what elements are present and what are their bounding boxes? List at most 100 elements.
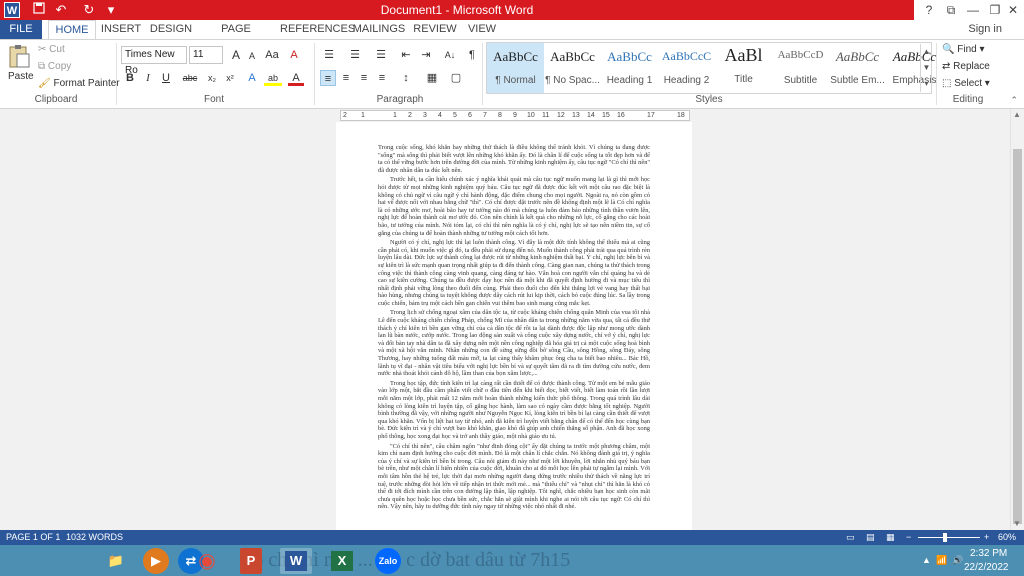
center-button[interactable]: ≡: [338, 70, 354, 86]
clear-formatting-icon[interactable]: A: [286, 47, 302, 63]
format-painter-button[interactable]: 🖌 Format Painter: [38, 76, 120, 92]
zoom-level[interactable]: 60%: [998, 530, 1016, 545]
read-mode-icon[interactable]: ▭: [846, 530, 855, 545]
tab-page-layout[interactable]: PAGE LAYOUT: [200, 20, 272, 54]
tab-design[interactable]: DESIGN: [148, 20, 194, 39]
tab-insert[interactable]: INSERT: [98, 20, 144, 39]
paste-icon[interactable]: [6, 43, 32, 69]
subscript-button[interactable]: x₂: [204, 70, 220, 86]
decrease-indent-icon[interactable]: ⇤: [398, 47, 414, 63]
clock-date[interactable]: 22/2/2022: [964, 560, 1009, 575]
bold-button[interactable]: B: [122, 70, 138, 86]
horizontal-ruler[interactable]: 2 1 1 2 3 4 5 6 7 8 9 10 11 12 13 14 15 …: [340, 110, 690, 121]
page-count[interactable]: PAGE 1 OF 1: [6, 530, 60, 545]
chrome-icon[interactable]: ◉: [191, 548, 223, 574]
minimize-button[interactable]: —: [962, 0, 984, 20]
italic-button[interactable]: I: [140, 70, 156, 86]
change-case-icon[interactable]: Aa: [262, 47, 282, 63]
paragraph: Trong lịch sử chống ngoại xâm của dân tộ…: [378, 309, 650, 378]
ruler-tick: 7: [483, 112, 487, 119]
zoom-in-button[interactable]: +: [984, 530, 989, 545]
file-explorer-icon[interactable]: 📁: [100, 548, 132, 574]
close-button[interactable]: ✕: [1002, 0, 1024, 20]
document-page[interactable]: Trong cuộc sống, khó khăn hay những thử …: [336, 122, 692, 530]
word-glyph: W: [285, 551, 307, 571]
vertical-scrollbar[interactable]: ▲ ▼: [1010, 109, 1024, 530]
font-size-box[interactable]: 11: [189, 46, 223, 64]
powerpoint-icon[interactable]: P: [240, 548, 262, 574]
media-player-icon[interactable]: ▶: [143, 548, 169, 574]
group-divider: [116, 43, 117, 105]
tab-review[interactable]: REVIEW: [412, 20, 458, 39]
replace-button[interactable]: ⇄ Replace: [942, 59, 990, 75]
align-right-button[interactable]: ≡: [356, 70, 372, 86]
tab-file[interactable]: FILE: [0, 20, 42, 39]
strikethrough-button[interactable]: abc: [180, 70, 200, 86]
sign-in-link[interactable]: Sign in: [968, 20, 1002, 39]
scroll-down-icon[interactable]: ▼: [1010, 518, 1024, 530]
style-normal[interactable]: AaBbCc ¶ Normal: [487, 43, 544, 93]
scroll-thumb[interactable]: [1013, 149, 1022, 524]
tray-expand-icon[interactable]: ▲: [922, 553, 931, 568]
tab-mailings[interactable]: MAILINGS: [352, 20, 406, 39]
style-subtle-emphasis[interactable]: AaBbCc Subtle Em...: [829, 43, 886, 93]
word-count[interactable]: 1032 WORDS: [66, 530, 123, 545]
style-preview: AaBbCcD: [777, 49, 824, 61]
style-title[interactable]: AaBl Title: [715, 43, 772, 93]
increase-indent-icon[interactable]: ⇥: [418, 47, 434, 63]
excel-icon[interactable]: X: [326, 548, 358, 574]
clock-time[interactable]: 2:32 PM: [970, 546, 1007, 561]
collapse-ribbon-icon[interactable]: ⌃: [1010, 95, 1018, 106]
styles-scroll[interactable]: ▲ ▼ ▾: [920, 44, 932, 92]
network-icon[interactable]: 📶: [936, 553, 947, 568]
style-name: Title: [734, 74, 753, 85]
zoom-out-button[interactable]: −: [906, 530, 911, 545]
multilevel-list-icon[interactable]: ☰: [372, 47, 390, 63]
numbering-icon[interactable]: ☰: [346, 47, 364, 63]
style-heading-1[interactable]: AaBbCc Heading 1: [601, 43, 658, 93]
tab-view[interactable]: VIEW: [464, 20, 500, 39]
sort-icon[interactable]: A↓: [440, 47, 460, 63]
bullets-icon[interactable]: ☰: [320, 47, 338, 63]
cut-button[interactable]: ✂ Cut: [38, 42, 65, 58]
paste-button[interactable]: Paste: [8, 69, 34, 85]
font-color-icon[interactable]: A: [288, 70, 304, 86]
word-icon[interactable]: W: [280, 548, 312, 574]
document-body[interactable]: Trong cuộc sống, khó khăn hay những thử …: [378, 144, 650, 513]
highlight-icon[interactable]: ab: [264, 70, 282, 86]
ribbon-display-options-icon[interactable]: ⧉: [940, 0, 962, 20]
web-layout-icon[interactable]: ▦: [886, 530, 895, 545]
copy-button[interactable]: ⧉ Copy: [38, 59, 71, 75]
ruler-tick: 8: [498, 112, 502, 119]
zalo-icon[interactable]: Zalo: [372, 548, 404, 574]
style-emphasis[interactable]: AaBbCc Emphasis: [886, 43, 943, 93]
shrink-font-icon[interactable]: A: [244, 48, 260, 64]
select-button[interactable]: ⬚ Select ▾: [942, 76, 990, 92]
justify-button[interactable]: ≡: [374, 70, 390, 86]
style-heading-2[interactable]: AaBbCcC Heading 2: [658, 43, 715, 93]
style-subtitle[interactable]: AaBbCcD Subtitle: [772, 43, 829, 93]
print-layout-icon[interactable]: ▤: [866, 530, 875, 545]
zoom-slider-handle[interactable]: [943, 533, 947, 542]
find-button[interactable]: 🔍 Find ▾: [942, 42, 985, 58]
zoom-slider[interactable]: [918, 537, 980, 538]
format-painter-label: Format Painter: [53, 78, 120, 89]
help-icon[interactable]: ?: [918, 0, 940, 20]
font-name-box[interactable]: Times New Ro: [121, 46, 187, 76]
line-spacing-icon[interactable]: ↕: [396, 70, 416, 86]
borders-icon[interactable]: ▢: [448, 70, 464, 86]
style-no-spacing[interactable]: AaBbCc ¶ No Spac...: [544, 43, 601, 93]
show-marks-icon[interactable]: ¶: [464, 47, 480, 63]
align-left-button[interactable]: ≡: [320, 70, 336, 86]
grow-font-icon[interactable]: A: [228, 47, 244, 63]
style-name: ¶ Normal: [495, 75, 536, 86]
tab-references[interactable]: REFERENCES: [280, 20, 355, 39]
tab-home[interactable]: HOME: [48, 20, 96, 40]
superscript-button[interactable]: x²: [222, 70, 238, 86]
shading-icon[interactable]: ▦: [424, 70, 440, 86]
volume-icon[interactable]: 🔊: [952, 553, 963, 568]
underline-button[interactable]: U: [158, 70, 174, 86]
excel-glyph: X: [331, 551, 353, 571]
scroll-up-icon[interactable]: ▲: [1010, 109, 1024, 121]
text-effects-icon[interactable]: A: [244, 70, 260, 86]
